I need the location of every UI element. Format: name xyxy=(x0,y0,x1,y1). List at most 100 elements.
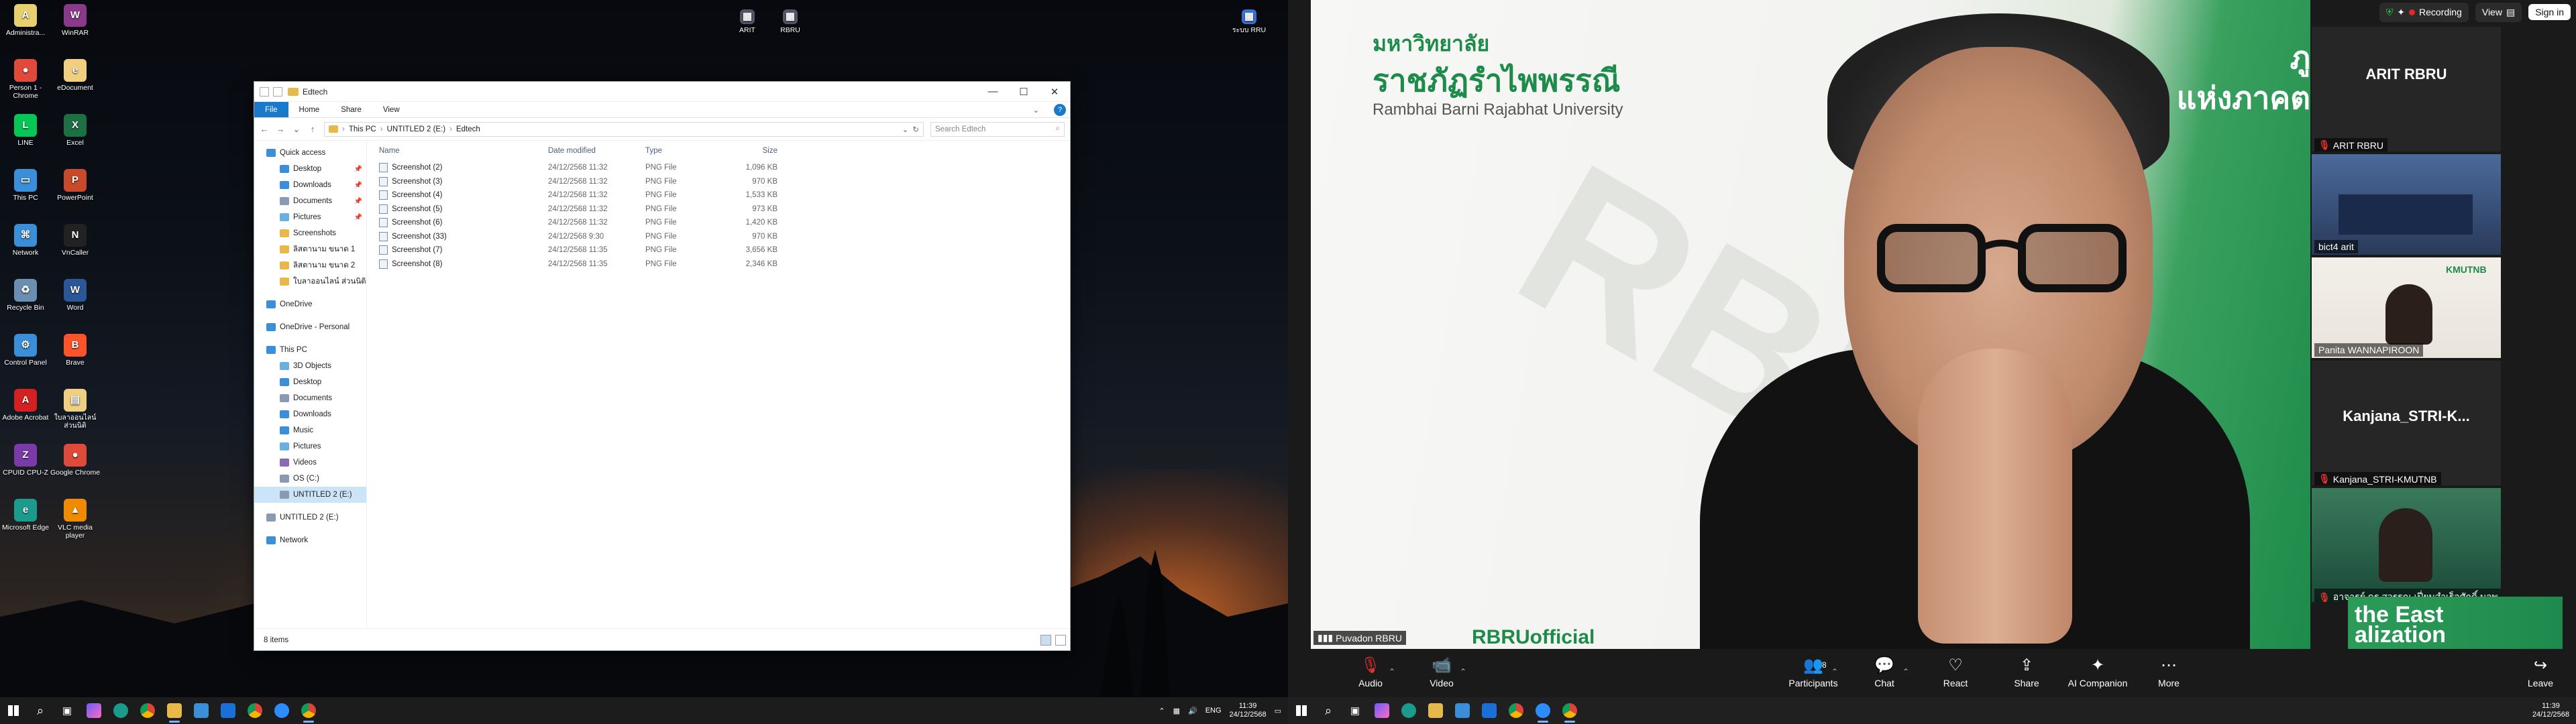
nav-item[interactable]: OneDrive - Personal xyxy=(254,319,366,335)
participants-button[interactable]: 👥 Participants ⌃ 8 xyxy=(1778,658,1849,689)
file-row[interactable]: Screenshot (7) 24/12/2568 11:35 PNG File 3,… xyxy=(374,243,1063,257)
desktop-icon[interactable]: e Microsoft Edge xyxy=(0,499,51,532)
desktop-shortcut-rbru[interactable]: ▦ RBRU xyxy=(765,9,816,34)
nav-item[interactable]: Downloads 📌 xyxy=(254,177,366,193)
taskbar-app-chrome-right[interactable] xyxy=(1503,697,1529,724)
column-type[interactable]: Type xyxy=(645,147,727,155)
taskbar-app-zoom[interactable] xyxy=(268,697,295,724)
minimize-button[interactable]: — xyxy=(977,82,1008,102)
react-button[interactable]: ♡ React xyxy=(1920,658,1991,689)
start-button[interactable] xyxy=(0,697,27,724)
taskbar-app-copilot[interactable] xyxy=(80,697,107,724)
tab-share[interactable]: Share xyxy=(330,102,372,117)
nav-item[interactable]: Pictures 📌 xyxy=(254,209,366,225)
nav-item[interactable]: Pictures xyxy=(254,438,366,455)
tab-view[interactable]: View xyxy=(372,102,411,117)
column-name[interactable]: Name xyxy=(374,147,548,155)
caret-up-icon[interactable]: ⌃ xyxy=(1902,667,1909,676)
expand-ribbon-icon[interactable]: ⌄ xyxy=(1022,102,1050,117)
large-icons-view-button[interactable] xyxy=(1055,634,1066,646)
explorer-titlebar[interactable]: Edtech — ☐ ✕ xyxy=(254,82,1070,102)
taskbar-app-store[interactable] xyxy=(188,697,215,724)
desktop-icon[interactable]: B Brave xyxy=(50,334,101,367)
task-view-button[interactable]: ▣ xyxy=(54,697,80,724)
desktop-icon[interactable]: ▤ ใบลาออนไลน์ ส่วนนิติ xyxy=(50,389,101,430)
notification-icon[interactable]: ▭ xyxy=(1275,707,1281,715)
caret-up-icon[interactable]: ⌃ xyxy=(1389,667,1395,676)
maximize-button[interactable]: ☐ xyxy=(1008,82,1039,102)
file-row[interactable]: Screenshot (2) 24/12/2568 11:32 PNG File 1,… xyxy=(374,161,1063,175)
desktop-icon[interactable]: X Excel xyxy=(50,114,101,147)
file-explorer-window[interactable]: Edtech — ☐ ✕ File Home Share View ⌄ ? ← … xyxy=(254,81,1071,651)
nav-item[interactable]: Screenshots xyxy=(254,225,366,241)
taskbar-app-mail-right[interactable] xyxy=(1476,697,1503,724)
taskbar-app-copilot-right[interactable] xyxy=(1368,697,1395,724)
view-button[interactable]: View ▤ xyxy=(2475,2,2522,22)
clock[interactable]: 11:39 24/12/2568 xyxy=(1230,702,1267,719)
tab-file[interactable]: File xyxy=(254,102,288,117)
recent-locations-icon[interactable]: ⌄ xyxy=(292,124,301,135)
nav-item[interactable]: Quick access xyxy=(254,145,366,161)
desktop-icon[interactable]: W WinRAR xyxy=(50,4,101,37)
nav-item[interactable]: UNTITLED 2 (E:) xyxy=(254,487,366,503)
taskbar-app-chrome-3[interactable] xyxy=(295,697,322,724)
language-indicator[interactable]: ENG xyxy=(1205,707,1222,715)
desktop-icon[interactable]: ⚙ Control Panel xyxy=(0,334,51,367)
participant-tile-panita[interactable]: KMUTNB Panita WANNAPIROON xyxy=(2312,257,2501,358)
desktop-icon[interactable]: L LINE xyxy=(0,114,51,147)
nav-item[interactable]: Downloads xyxy=(254,406,366,422)
participant-tile-suwan[interactable]: 🎙อาจารย์ ดร.สุวรรณ เปี่ยมสำเร็จศักดิ์ มจ… xyxy=(2312,488,2501,602)
nav-item[interactable]: ลิสตานาม ขนาด 1 xyxy=(254,241,366,257)
nav-item[interactable]: OneDrive xyxy=(254,296,366,312)
taskbar-app-chrome[interactable] xyxy=(134,697,161,724)
search-input[interactable]: Search Edtech ⌕ xyxy=(930,121,1065,137)
audio-button[interactable]: 🎙 Audio ⌃ xyxy=(1335,658,1406,689)
taskbar-app-zoom-right[interactable] xyxy=(1529,697,1556,724)
network-icon[interactable]: ▦ xyxy=(1173,707,1180,715)
nav-item[interactable]: UNTITLED 2 (E:) xyxy=(254,509,366,526)
volume-icon[interactable]: 🔊 xyxy=(1188,707,1197,715)
nav-item[interactable]: ลิสตานาม ขนาด 2 xyxy=(254,257,366,274)
refresh-icon[interactable]: ↻ xyxy=(912,125,919,134)
zoom-status-pill[interactable]: ⛨ ✦ Recording xyxy=(2379,2,2469,22)
share-button[interactable]: ⇪ Share xyxy=(1991,658,2062,689)
close-button[interactable]: ✕ xyxy=(1039,82,1070,102)
column-size[interactable]: Size xyxy=(727,147,777,155)
taskbar-app-edge[interactable] xyxy=(107,697,134,724)
desktop-icon[interactable]: A Administra... xyxy=(0,4,51,37)
desktop-icon[interactable]: ▭ This PC xyxy=(0,169,51,202)
desktop-icon[interactable]: A Adobe Acrobat xyxy=(0,389,51,422)
column-date-modified[interactable]: Date modified xyxy=(548,147,645,155)
help-icon[interactable]: ? xyxy=(1054,104,1066,116)
video-button[interactable]: 📹 Video ⌃ xyxy=(1406,658,1477,689)
file-row[interactable]: Screenshot (3) 24/12/2568 11:32 PNG File 97… xyxy=(374,175,1063,189)
participant-tile-kanjana[interactable]: Kanjana_STRI-K... 🎙 Kanjana_STRI-KMUTNB xyxy=(2312,361,2501,485)
active-speaker-video[interactable]: มหาวิทยาลัย ราชภัฏรำไพพรรณี Rambhai Barn… xyxy=(1311,0,2310,649)
desktop-icon[interactable]: e eDocument xyxy=(50,59,101,92)
more-button[interactable]: ⋯ More xyxy=(2133,658,2204,689)
nav-item[interactable]: Documents xyxy=(254,390,366,406)
desktop-icon[interactable]: W Word xyxy=(50,279,101,312)
taskbar-app-explorer-right[interactable] xyxy=(1422,697,1449,724)
nav-item[interactable]: Documents 📌 xyxy=(254,193,366,209)
taskbar-app-chrome-2[interactable] xyxy=(241,697,268,724)
sign-in-button[interactable]: Sign in xyxy=(2528,4,2571,20)
participant-tile-arit-rbru[interactable]: ARIT RBRU 🎙 ARIT RBRU xyxy=(2312,27,2501,152)
task-view-button-right[interactable]: ▣ xyxy=(1342,697,1368,724)
file-row[interactable]: Screenshot (6) 24/12/2568 11:32 PNG File 1,… xyxy=(374,216,1063,230)
properties-icon[interactable] xyxy=(260,86,269,97)
nav-item[interactable]: 3D Objects xyxy=(254,358,366,374)
breadcrumb-edtech[interactable]: Edtech xyxy=(456,125,480,133)
address-bar[interactable]: › This PC › UNTITLED 2 (E:) › Edtech ⌄ ↻ xyxy=(324,121,924,137)
caret-up-icon[interactable]: ⌃ xyxy=(1460,667,1466,676)
desktop-icon[interactable]: ● Google Chrome xyxy=(50,444,101,477)
nav-item[interactable]: ใบลาออนไลน์ ส่วนนิติ xyxy=(254,274,366,290)
details-view-button[interactable] xyxy=(1040,634,1051,646)
nav-item[interactable]: Videos xyxy=(254,455,366,471)
desktop-icon[interactable]: Z CPUID CPU-Z xyxy=(0,444,51,477)
taskbar-app-mail[interactable] xyxy=(215,697,241,724)
back-arrow-icon[interactable]: ← xyxy=(260,124,269,134)
taskbar-app-store-right[interactable] xyxy=(1449,697,1476,724)
chevron-up-icon[interactable]: ⌃ xyxy=(1159,707,1165,715)
nav-item[interactable]: Desktop 📌 xyxy=(254,161,366,177)
